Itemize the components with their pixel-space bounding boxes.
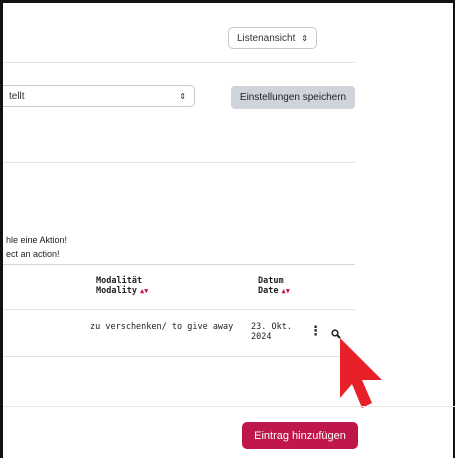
window-frame-top — [0, 0, 455, 3]
kebab-menu-icon[interactable]: ⋮ — [309, 324, 322, 337]
save-settings-button[interactable]: Einstellungen speichern — [231, 86, 355, 109]
sort-arrows-icon[interactable]: ▲▼ — [281, 287, 289, 295]
date-cell: 23. Okt. 2024 — [251, 322, 292, 342]
action-hint-en: ect an action! — [6, 249, 60, 259]
action-hint-de: hle eine Aktion! — [6, 235, 68, 245]
save-settings-label: Einstellungen speichern — [239, 92, 347, 103]
filter-select-value: tellt — [9, 90, 25, 102]
column-title-en: Date — [258, 286, 279, 296]
column-title-de: Modalität — [96, 276, 143, 286]
pointer-arrow-icon — [340, 338, 382, 408]
footer-divider — [3, 406, 455, 407]
filter-select[interactable]: tellt ⇕ — [3, 85, 195, 107]
table-header-border — [3, 309, 355, 310]
column-header-modality[interactable]: Modalität Modality ▲▼ — [96, 276, 148, 296]
chevron-updown-icon: ⇕ — [301, 33, 308, 43]
view-mode-value: Listenansicht — [237, 32, 296, 44]
table-top-border — [3, 264, 355, 265]
column-title-de: Datum — [258, 276, 284, 286]
view-mode-select[interactable]: Listenansicht ⇕ — [228, 27, 317, 49]
add-entry-button[interactable]: Eintrag hinzufügen — [242, 422, 358, 449]
window-frame-left — [0, 0, 3, 458]
date-line-1: 23. Okt. — [251, 322, 292, 332]
sort-arrows-icon[interactable]: ▲▼ — [140, 287, 148, 295]
table-bottom-border — [3, 356, 355, 357]
column-header-date[interactable]: Datum Date ▲▼ — [258, 276, 290, 296]
chevron-updown-icon: ⇕ — [179, 91, 186, 101]
add-entry-label: Eintrag hinzufügen — [254, 429, 346, 442]
divider-2 — [3, 162, 355, 163]
divider-1 — [3, 62, 355, 63]
date-line-2: 2024 — [251, 332, 272, 342]
column-title-en: Modality — [96, 286, 137, 296]
modality-cell: zu verschenken/ to give away — [90, 322, 234, 332]
